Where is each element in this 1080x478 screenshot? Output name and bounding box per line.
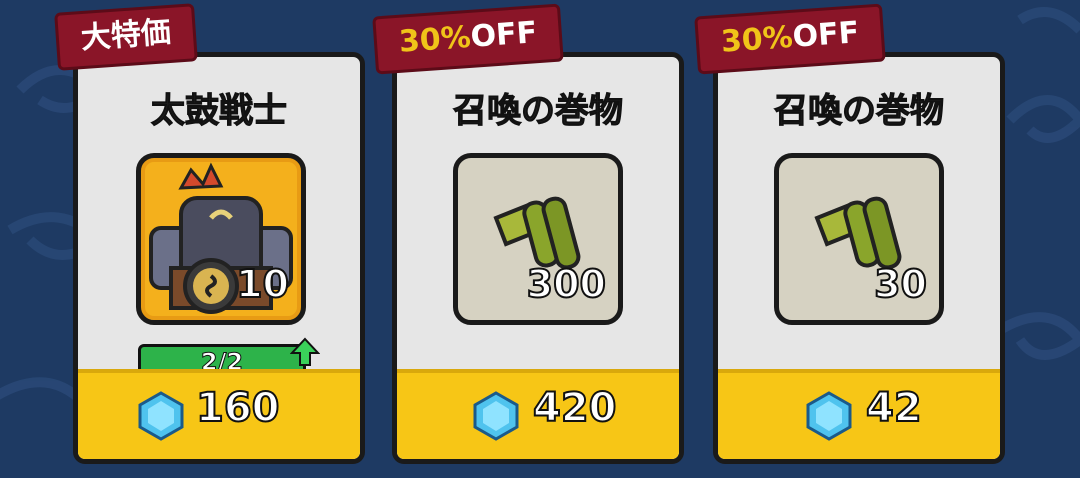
discount-percent: 30%	[397, 19, 472, 60]
offer-card-summon-scroll-30[interactable]: 召喚の巻物 30 42	[713, 52, 1005, 464]
scroll-icon: 30	[774, 153, 944, 325]
special-deal-badge: 大特価	[54, 3, 198, 71]
offer-title: 召喚の巻物	[453, 91, 624, 132]
price-amount: 420	[532, 384, 617, 432]
offer-title: 召喚の巻物	[774, 91, 945, 132]
blue-gem-icon	[473, 391, 519, 441]
badge-text: 大特価	[79, 14, 173, 57]
price-bar[interactable]: 42	[718, 369, 1000, 459]
offer-card-summon-scroll-300[interactable]: 召喚の巻物 300 420	[392, 52, 684, 464]
discount-label: OFF	[791, 15, 861, 55]
offer-quantity: 30	[873, 261, 928, 307]
price-bar[interactable]: 160	[78, 369, 360, 459]
scroll-icon: 300	[453, 153, 623, 325]
offer-quantity: 10	[235, 261, 290, 307]
price-amount: 42	[865, 384, 923, 432]
offer-card-taiko-warrior[interactable]: 太鼓戦士 10 2/2 160	[73, 52, 365, 464]
discount-percent: 30%	[719, 19, 794, 60]
offer-quantity: 300	[526, 261, 607, 307]
blue-gem-icon	[806, 391, 852, 441]
taiko-warrior-icon: 10	[136, 153, 306, 325]
offer-title: 太鼓戦士	[151, 91, 288, 132]
price-amount: 160	[195, 384, 280, 432]
discount-label: OFF	[469, 15, 539, 55]
level-up-arrow-icon	[290, 337, 320, 366]
blue-gem-icon	[138, 391, 184, 441]
price-bar[interactable]: 420	[397, 369, 679, 459]
